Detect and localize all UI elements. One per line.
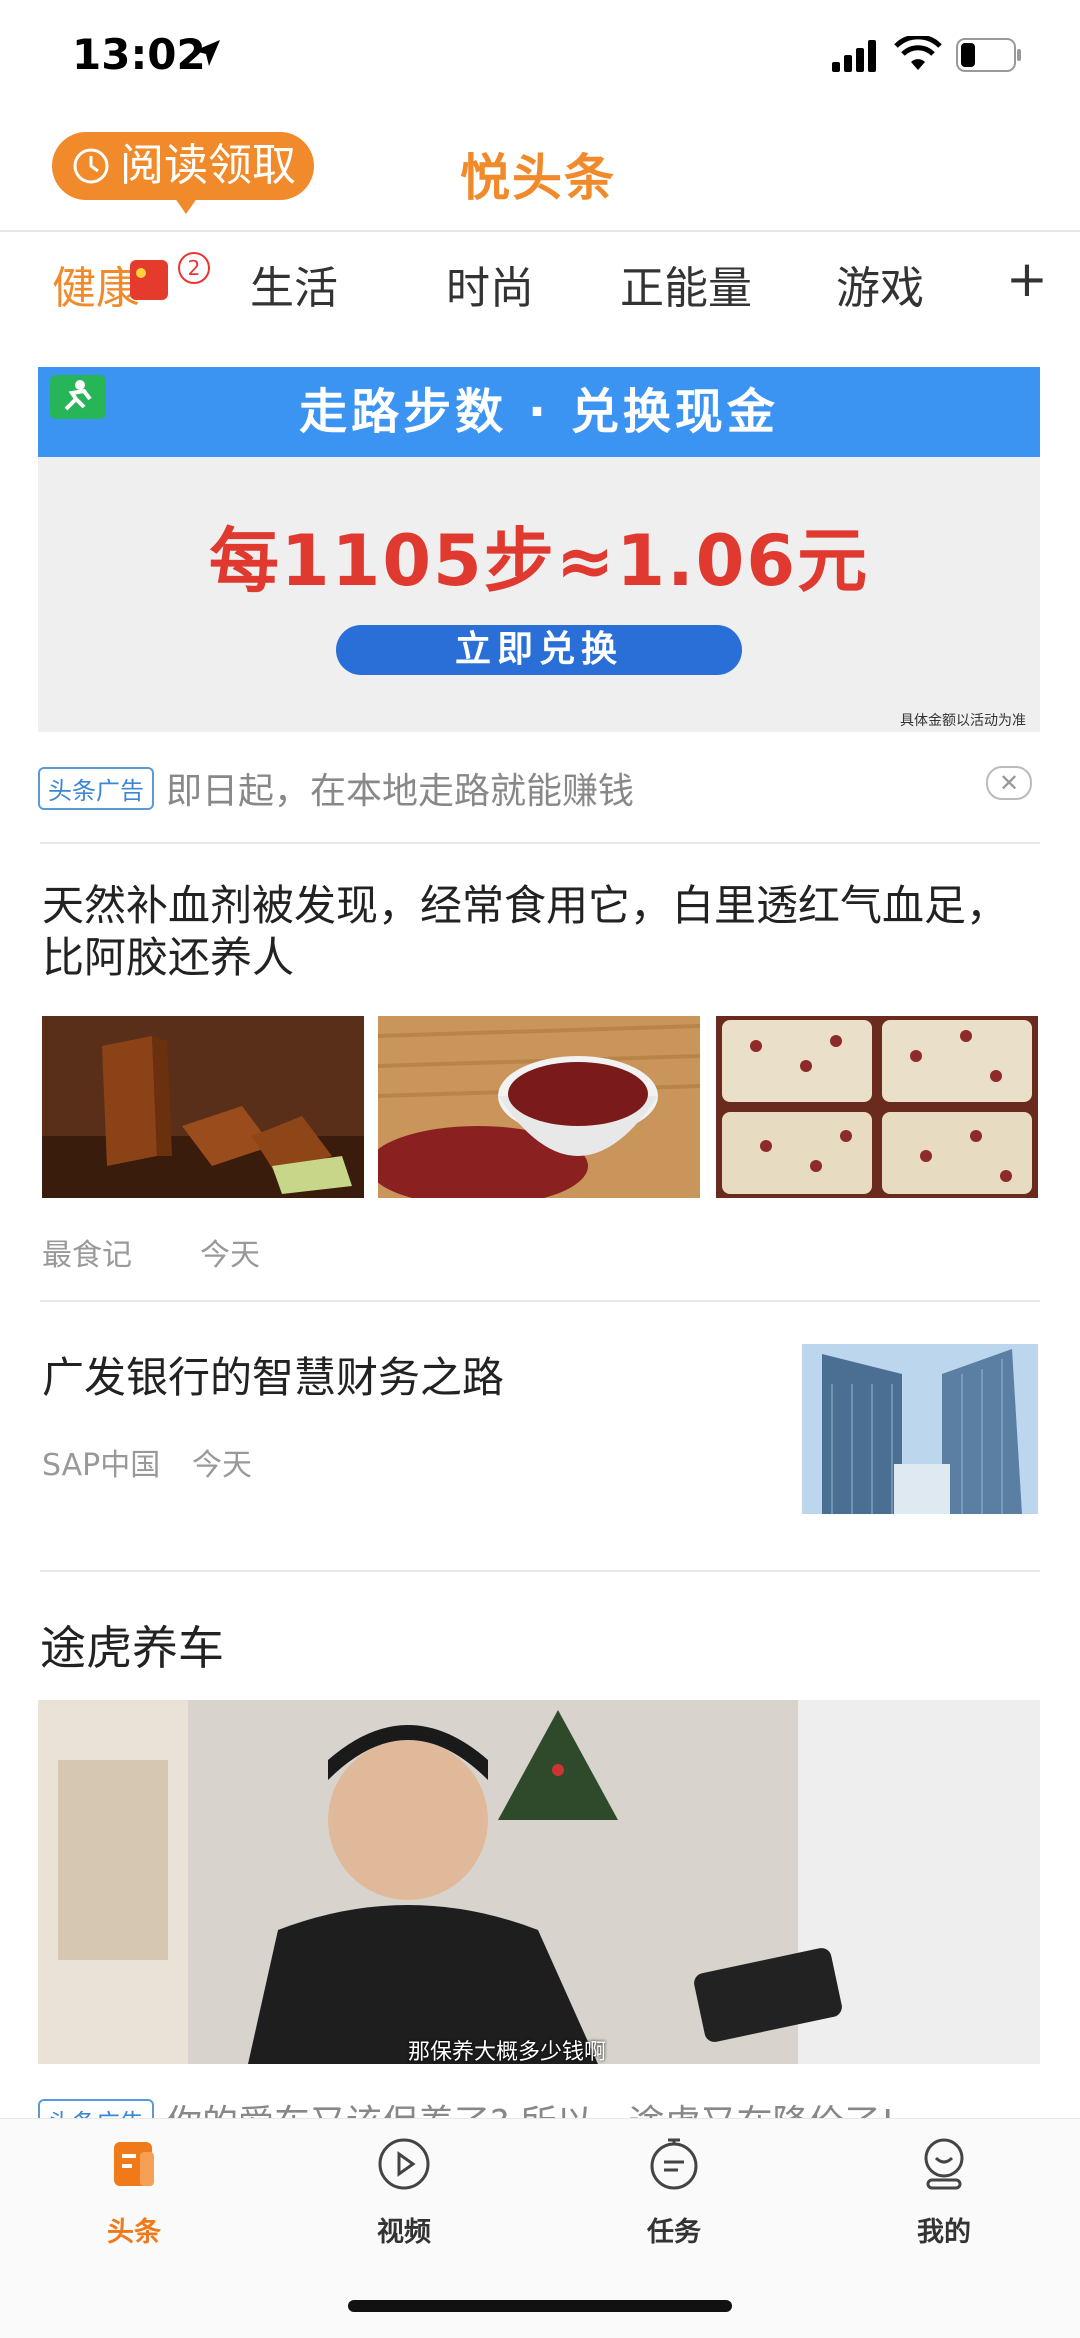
nav-news[interactable]: 头条 bbox=[74, 2136, 194, 2249]
running-app-icon bbox=[50, 375, 106, 419]
ad-text: 即日起，在本地走路就能赚钱 bbox=[166, 771, 635, 812]
article-title[interactable]: 途虎养车 bbox=[40, 1612, 224, 1678]
article-time: 今天 bbox=[192, 1448, 252, 1483]
nav-video[interactable]: 视频 bbox=[344, 2136, 464, 2249]
nav-label: 任务 bbox=[647, 2217, 701, 2248]
read-reward-button[interactable]: 阅读领取 bbox=[52, 132, 314, 214]
ad-banner[interactable]: 走路步数 · 兑换现金 每1105步≈1.06元 立即兑换 具体金额以活动为准 bbox=[38, 367, 1040, 732]
article-title[interactable]: 天然补血剂被发现，经常食用它，白里透红气血足，比阿胶还养人 bbox=[42, 880, 1032, 984]
news-icon bbox=[114, 2142, 154, 2186]
ad-banner-note: 具体金额以活动为准 bbox=[900, 713, 1026, 729]
tab-positive-energy[interactable]: 正能量 bbox=[620, 252, 752, 316]
app-title: 悦头条 bbox=[460, 149, 616, 207]
article-thumbnail-red-beans[interactable] bbox=[378, 1016, 700, 1198]
read-reward-label: 阅读领取 bbox=[120, 140, 296, 191]
article-thumbnail-bean-cakes[interactable] bbox=[716, 1016, 1038, 1198]
tab-health[interactable]: 健康 bbox=[52, 252, 140, 316]
ad-caption[interactable]: 头条广告 即日起，在本地走路就能赚钱 bbox=[38, 762, 634, 814]
wifi-icon bbox=[894, 36, 942, 70]
header-divider bbox=[0, 230, 1080, 232]
video-player[interactable]: 那保养大概多少钱啊 bbox=[38, 1700, 1040, 2064]
video-caption: 那保养大概多少钱啊 bbox=[408, 2040, 607, 2064]
home-indicator[interactable] bbox=[348, 2300, 732, 2312]
article-title[interactable]: 广发银行的智慧财务之路 bbox=[42, 1344, 504, 1405]
ad-banner-offer: 每1105步≈1.06元 bbox=[208, 520, 870, 602]
article-time: 今天 bbox=[200, 1238, 260, 1273]
tab-fashion[interactable]: 时尚 bbox=[446, 252, 534, 316]
divider bbox=[40, 1570, 1040, 1572]
cellular-signal-icon bbox=[832, 40, 876, 72]
profile-icon bbox=[924, 2138, 964, 2190]
article-source: SAP中国 bbox=[42, 1448, 161, 1483]
article-thumbnail-towers[interactable] bbox=[802, 1344, 1038, 1514]
tab-badge: 2 bbox=[178, 252, 210, 284]
add-tab-button[interactable]: + bbox=[1006, 250, 1048, 308]
tab-life[interactable]: 生活 bbox=[250, 252, 338, 316]
location-arrow-icon bbox=[194, 40, 220, 66]
ad-banner-title: 走路步数 · 兑换现金 bbox=[38, 367, 1040, 457]
article-source: 最食记 bbox=[42, 1238, 132, 1273]
nav-profile[interactable]: 我的 bbox=[884, 2136, 1004, 2249]
divider bbox=[40, 1300, 1040, 1302]
article-thumbnail-brown-sugar[interactable] bbox=[42, 1016, 364, 1198]
exchange-now-button[interactable]: 立即兑换 bbox=[336, 625, 742, 675]
nav-label: 我的 bbox=[917, 2217, 971, 2248]
play-icon bbox=[378, 2138, 430, 2190]
clock-icon bbox=[73, 148, 109, 184]
nav-label: 视频 bbox=[377, 2217, 431, 2248]
battery-icon bbox=[956, 38, 1021, 72]
tab-games[interactable]: 游戏 bbox=[836, 252, 924, 316]
close-icon[interactable]: ✕ bbox=[986, 766, 1032, 800]
china-flag-icon bbox=[130, 260, 168, 300]
status-time: 13:02 bbox=[72, 30, 206, 79]
timer-icon bbox=[650, 2138, 698, 2190]
divider bbox=[40, 842, 1040, 844]
nav-label: 头条 bbox=[107, 2217, 161, 2248]
ad-tag: 头条广告 bbox=[38, 766, 154, 810]
nav-tasks[interactable]: 任务 bbox=[614, 2136, 734, 2249]
